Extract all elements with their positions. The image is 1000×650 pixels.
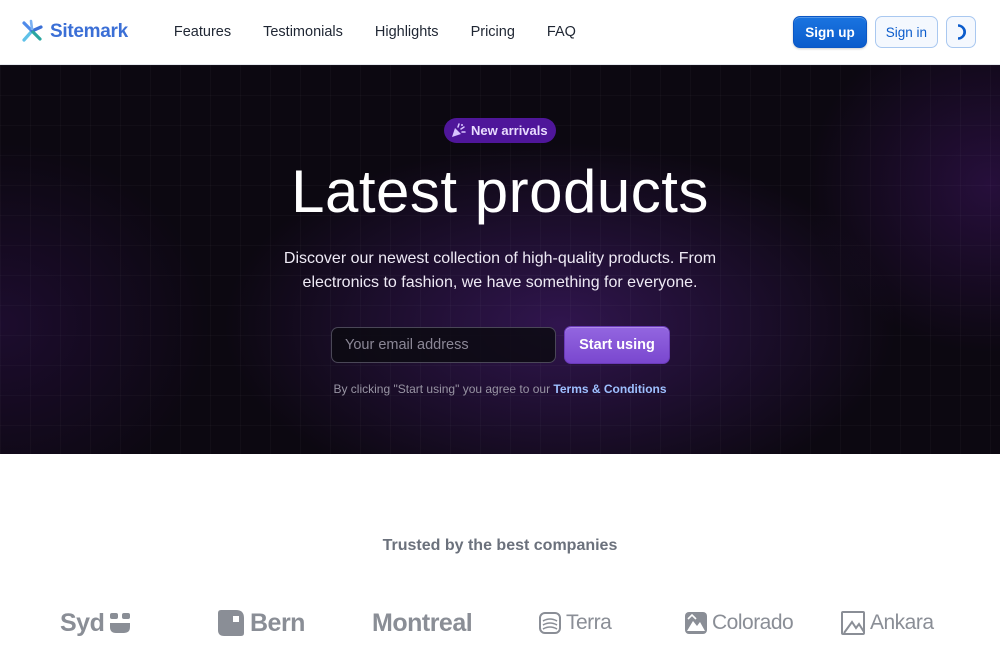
sign-in-button[interactable]: Sign in [874,16,938,48]
brand-name: Sitemark [50,21,128,42]
party-popper-icon [452,122,466,137]
nav-item-pricing[interactable]: Pricing [455,18,531,46]
mountain-mark-icon [685,612,707,634]
hero-subtitle: Discover our newest collection of high-q… [283,250,717,291]
brand-logo[interactable]: Sitemark [20,19,128,45]
new-arrivals-badge: New arrivals [444,118,556,143]
company-logo-montreal: Montreal [372,598,473,648]
smile-mark-icon [110,613,131,633]
company-logos: Syd Bern Montreal Terra Colorado Ankara [0,598,1000,648]
company-name: Ankara [870,611,934,634]
terms-prefix: By clicking "Start using" you agree to o… [333,382,554,396]
bern-mark-icon [218,610,244,636]
sign-up-button[interactable]: Sign up [793,16,867,48]
terms-notice: By clicking "Start using" you agree to o… [0,382,1000,396]
half-moon-icon [957,24,966,40]
nav-item-faq[interactable]: FAQ [531,18,592,46]
hero-title: Latest products [291,158,709,225]
company-name: Terra [566,611,612,634]
terms-link[interactable]: Terms & Conditions [553,382,666,396]
badge-label: New arrivals [471,123,548,138]
hero-section: New arrivals Latest products Discover ou… [0,65,1000,454]
company-name: Bern [250,608,305,637]
trusted-title: Trusted by the best companies [382,537,618,554]
terra-mark-icon [539,612,561,634]
nav-item-features[interactable]: Features [158,18,247,46]
top-navbar: Sitemark Features Testimonials Highlight… [0,0,1000,65]
company-name: Syd [60,608,105,637]
email-input[interactable] [331,327,556,363]
main-nav: Features Testimonials Highlights Pricing… [158,18,592,46]
company-name: Colorado [712,611,794,634]
company-name: Montreal [372,608,473,637]
theme-toggle-button[interactable] [946,16,976,48]
company-logo-syd: Syd [60,598,132,648]
start-using-button[interactable]: Start using [564,326,670,364]
nav-item-testimonials[interactable]: Testimonials [247,18,359,46]
header-actions: Sign up Sign in [793,16,976,48]
company-logo-terra: Terra [538,598,612,648]
company-logo-ankara: Ankara [840,598,934,648]
sitemark-logo-icon [22,19,43,42]
company-logo-bern: Bern [216,598,305,648]
picture-mark-icon [841,611,865,635]
company-logo-colorado: Colorado [684,598,794,648]
nav-item-highlights[interactable]: Highlights [359,18,455,46]
